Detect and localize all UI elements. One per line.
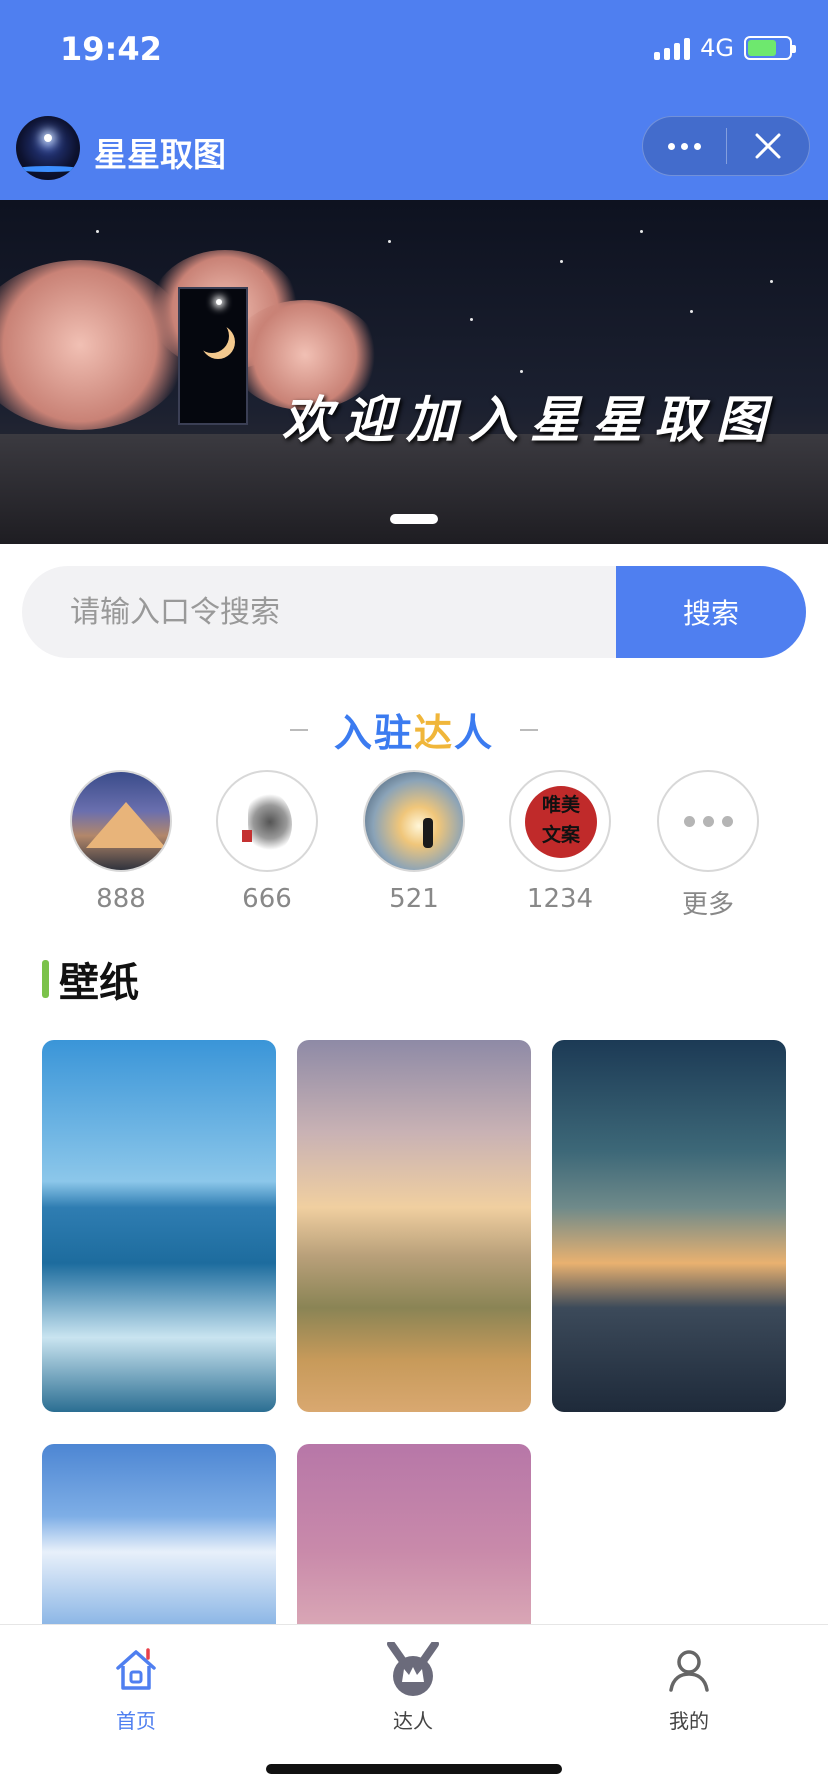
mountain-avatar: [70, 770, 172, 872]
network-type: 4G: [700, 34, 734, 62]
tab-mine-label: 我的: [669, 1709, 709, 1733]
wallpaper-tile-tuscany-hills[interactable]: [297, 1040, 531, 1412]
experts-list: 888 666 521 唯美 文案 1234 更多: [0, 770, 828, 920]
search-bar: 搜索: [22, 566, 806, 658]
expert-more[interactable]: 更多: [653, 770, 763, 921]
expert-label: 888: [96, 884, 146, 914]
signal-icon: [654, 36, 691, 60]
crown-medal-icon: [353, 1642, 473, 1697]
miniprogram-capsule: [642, 116, 810, 176]
expert-item[interactable]: 666: [212, 770, 322, 914]
wallpaper-tile-sunset-sea[interactable]: [552, 1040, 786, 1412]
battery-charging-icon: [744, 36, 796, 60]
expert-label: 更多: [681, 890, 734, 920]
experts-heading: 入驻达人: [0, 702, 828, 757]
wallpaper-title: 壁纸: [59, 960, 139, 1006]
status-bar: 19:42 4G: [0, 0, 828, 100]
tab-mine[interactable]: 我的: [629, 1643, 749, 1734]
wallpaper-tile-pink-sky[interactable]: [297, 1444, 531, 1624]
nav-bar: 星星取图: [0, 100, 828, 200]
user-icon: [629, 1643, 749, 1697]
status-time: 19:42: [60, 30, 162, 68]
tab-home[interactable]: 首页: [76, 1643, 196, 1734]
wallpaper-tile-ocean-wake[interactable]: [42, 1040, 276, 1412]
wallpaper-tile-cloudy-sky[interactable]: [42, 1444, 276, 1624]
wenan-seal-avatar: 唯美 文案: [509, 770, 611, 872]
app-logo: [16, 116, 80, 180]
expert-label: 1234: [526, 884, 594, 914]
ink-painting-avatar: [216, 770, 318, 872]
expert-label: 521: [389, 884, 439, 914]
status-indicators: 4G: [654, 34, 796, 62]
expert-label: 666: [242, 884, 292, 914]
tab-experts[interactable]: 达人: [353, 1642, 473, 1734]
tab-home-label: 首页: [116, 1709, 156, 1733]
banner-door: [178, 287, 248, 425]
expert-item[interactable]: 521: [359, 770, 469, 914]
experts-title: 入驻达人: [333, 711, 495, 755]
app-title: 星星取图: [94, 135, 226, 174]
wallpaper-heading: 壁纸: [42, 950, 139, 1008]
search-input[interactable]: [22, 566, 616, 658]
more-dots-icon[interactable]: [643, 117, 726, 175]
home-indicator: [266, 1764, 562, 1774]
desert-avatar: [363, 770, 465, 872]
home-icon: [76, 1643, 196, 1697]
search-button[interactable]: 搜索: [616, 566, 806, 658]
expert-item[interactable]: 唯美 文案 1234: [505, 770, 615, 914]
banner-carousel[interactable]: 欢迎加入星星取图: [0, 200, 828, 544]
expert-item[interactable]: 888: [66, 770, 176, 914]
tab-experts-label: 达人: [393, 1709, 433, 1733]
more-icon: [657, 770, 759, 872]
carousel-indicator: [390, 514, 438, 524]
section-accent-bar: [42, 960, 49, 998]
close-icon[interactable]: [727, 117, 810, 175]
banner-text: 欢迎加入星星取图: [282, 390, 778, 449]
